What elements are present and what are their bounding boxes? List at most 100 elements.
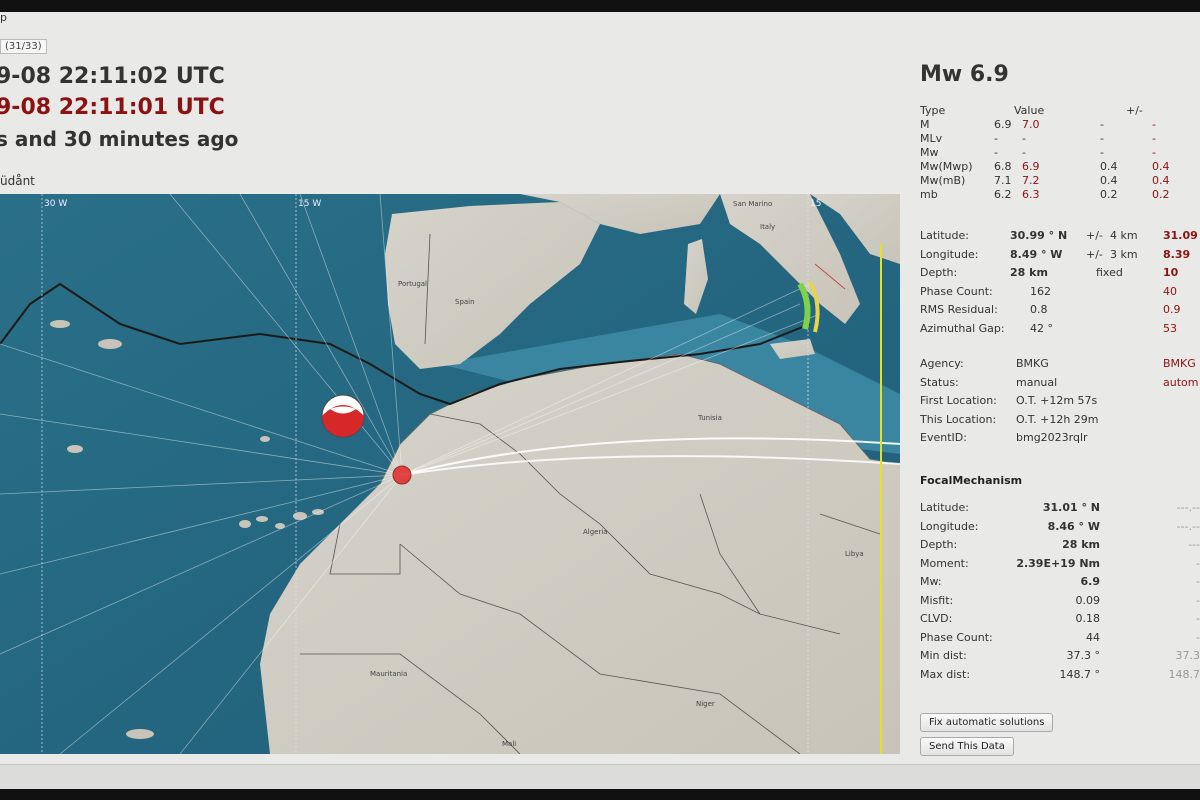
meta-value: O.T. +12h 29m (1016, 412, 1099, 426)
magnitude-cell: 0.4 (1100, 174, 1118, 187)
origin-pm: +/- (1086, 229, 1103, 242)
fm-reference: 37.3 (1175, 649, 1200, 662)
origin-uncertainty: fixed (1096, 266, 1123, 279)
origin-label: Latitude: (920, 229, 969, 242)
meta-reference: BMKG (1163, 357, 1196, 370)
status-bar (0, 764, 1200, 789)
fm-reference: - (1196, 556, 1200, 570)
fm-reference: 148.7 (1168, 667, 1200, 681)
fm-value: 31.01 ° N (1042, 501, 1100, 514)
magnitude-row: Mw(Mwp) 6.8 6.9 0.4 0.4 (920, 160, 1200, 174)
origin-reference: 0.9 (1163, 303, 1181, 316)
meta-label: First Location: (920, 394, 997, 407)
header-type: Type (920, 104, 946, 117)
app-window: p (31/33) 9-08 22:11:02 UTC 9-08 22:11:0… (0, 11, 1200, 789)
focal-mechanism-icon[interactable] (321, 394, 365, 438)
meta-label: Status: (920, 375, 959, 389)
magnitude-cell: 0.4 (1152, 174, 1170, 187)
magnitude-cell: mb (920, 188, 938, 201)
event-counter[interactable]: (31/33) (0, 39, 47, 54)
origin-value: 28 km (1010, 266, 1048, 279)
origin-row: Depth: 28 km fixed 10 (920, 266, 1200, 282)
fm-reference: --- (1188, 538, 1200, 551)
origin-row: RMS Residual: 0.8 0.9 (920, 303, 1200, 319)
magnitude-cell: 6.2 (994, 188, 1012, 201)
meta-value: manual (1016, 375, 1058, 389)
meta-row: EventID: bmg2023rqlr (920, 431, 1200, 447)
fm-reference: - (1196, 593, 1200, 607)
origin-reference: 8.39 (1163, 247, 1191, 261)
magnitude-cell: - (1152, 146, 1156, 159)
fm-value: 0.18 (1075, 612, 1101, 625)
map-canvas[interactable]: 30 W 15 W 15 Portugal Spain Italy Algeri… (0, 194, 900, 754)
origin-time: 9-08 22:11:02 UTC (0, 64, 225, 89)
magnitude-cell: 7.0 (1022, 118, 1040, 131)
magnitude-cell: 0.4 (1152, 160, 1170, 173)
lon-label-15e: 15 (810, 199, 821, 209)
magnitude-cell: - (1022, 146, 1026, 159)
magnitude-cell: 6.8 (994, 160, 1012, 173)
fm-label: Misfit: (920, 593, 954, 607)
place-mauritania: Mauritania (370, 670, 407, 678)
meta-row: First Location: O.T. +12m 57s (920, 394, 1200, 410)
magnitude-row: Mw(mB) 7.1 7.2 0.4 0.4 (920, 174, 1200, 188)
map-view[interactable]: 30 W 15 W 15 Portugal Spain Italy Algeri… (0, 194, 900, 754)
meta-value: BMKG (1016, 357, 1049, 370)
magnitude-row: M 6.9 7.0 - - (920, 118, 1200, 132)
meta-row: Status: manual autom (920, 376, 1200, 392)
origin-reference: 31.09 (1163, 229, 1198, 242)
epicenter-marker[interactable] (392, 465, 412, 485)
fm-reference: ---.-- (1176, 519, 1200, 533)
lon-label-15w: 15 W (298, 199, 321, 209)
fm-value: 148.7 ° (1059, 667, 1101, 681)
fm-value: 0.09 (1075, 593, 1101, 607)
origin-uncertainty: 4 km (1110, 229, 1138, 242)
magnitude-cell: - (1022, 132, 1026, 145)
magnitude-row: MLv - - - - (920, 132, 1200, 146)
fm-label: Longitude: (920, 519, 979, 533)
fm-reference: ---.-- (1176, 501, 1200, 514)
origin-value: 0.8 (1030, 303, 1048, 316)
magnitude-cell: 6.9 (1022, 160, 1040, 173)
fm-row: CLVD: 0.18 - (920, 612, 1200, 628)
origin-value: 30.99 ° N (1010, 229, 1068, 242)
fm-row: Latitude: 31.01 ° N ---.-- (920, 501, 1200, 517)
magnitude-cell: - (994, 132, 998, 145)
fm-row: Max dist: 148.7 ° 148.7 (920, 668, 1200, 684)
meta-label: This Location: (920, 412, 997, 426)
fix-automatic-solutions-button[interactable]: Fix automatic solutions (920, 713, 1054, 732)
magnitude-cell: - (1100, 118, 1104, 131)
fm-value: 6.9 (1080, 575, 1101, 588)
fm-row: Depth: 28 km --- (920, 538, 1200, 554)
origin-label: Longitude: (920, 247, 979, 261)
magnitude-cell: - (994, 146, 998, 159)
place-san-marino: San Marino (733, 200, 772, 208)
origin-reference: 53 (1163, 321, 1177, 335)
fm-label: Mw: (920, 575, 942, 588)
place-libya: Libya (845, 550, 864, 558)
time-ago: s and 30 minutes ago (0, 127, 239, 151)
fm-label: Latitude: (920, 501, 969, 514)
magnitude-cell: - (1152, 132, 1156, 145)
fm-row: Min dist: 37.3 ° 37.3 (920, 649, 1200, 665)
focal-mechanism-title: FocalMechanism (920, 474, 1023, 487)
send-data-button[interactable]: Send This Data (920, 737, 1014, 756)
place-niger: Niger (696, 700, 715, 708)
fm-label: Min dist: (920, 649, 967, 662)
origin-label: Phase Count: (920, 284, 993, 298)
magnitude-cell: 0.2 (1100, 188, 1118, 201)
fm-row: Moment: 2.39E+19 Nm - (920, 557, 1200, 573)
origin-label: RMS Residual: (920, 303, 998, 316)
place-spain: Spain (455, 298, 475, 306)
fm-value: 44 (1086, 630, 1100, 644)
magnitude-cell: M (920, 118, 930, 131)
magnitude-cell: 7.1 (994, 174, 1012, 187)
magnitude-cell: 6.3 (1022, 188, 1040, 201)
magnitude-cell: MLv (920, 132, 943, 145)
magnitude-cell: 0.4 (1100, 160, 1118, 173)
fm-label: Phase Count: (920, 630, 993, 644)
place-portugal: Portugal (398, 280, 427, 288)
fm-reference: - (1196, 630, 1200, 644)
magnitude-row: mb 6.2 6.3 0.2 0.2 (920, 188, 1200, 202)
magnitude-row: Mw - - - - (920, 146, 1200, 160)
